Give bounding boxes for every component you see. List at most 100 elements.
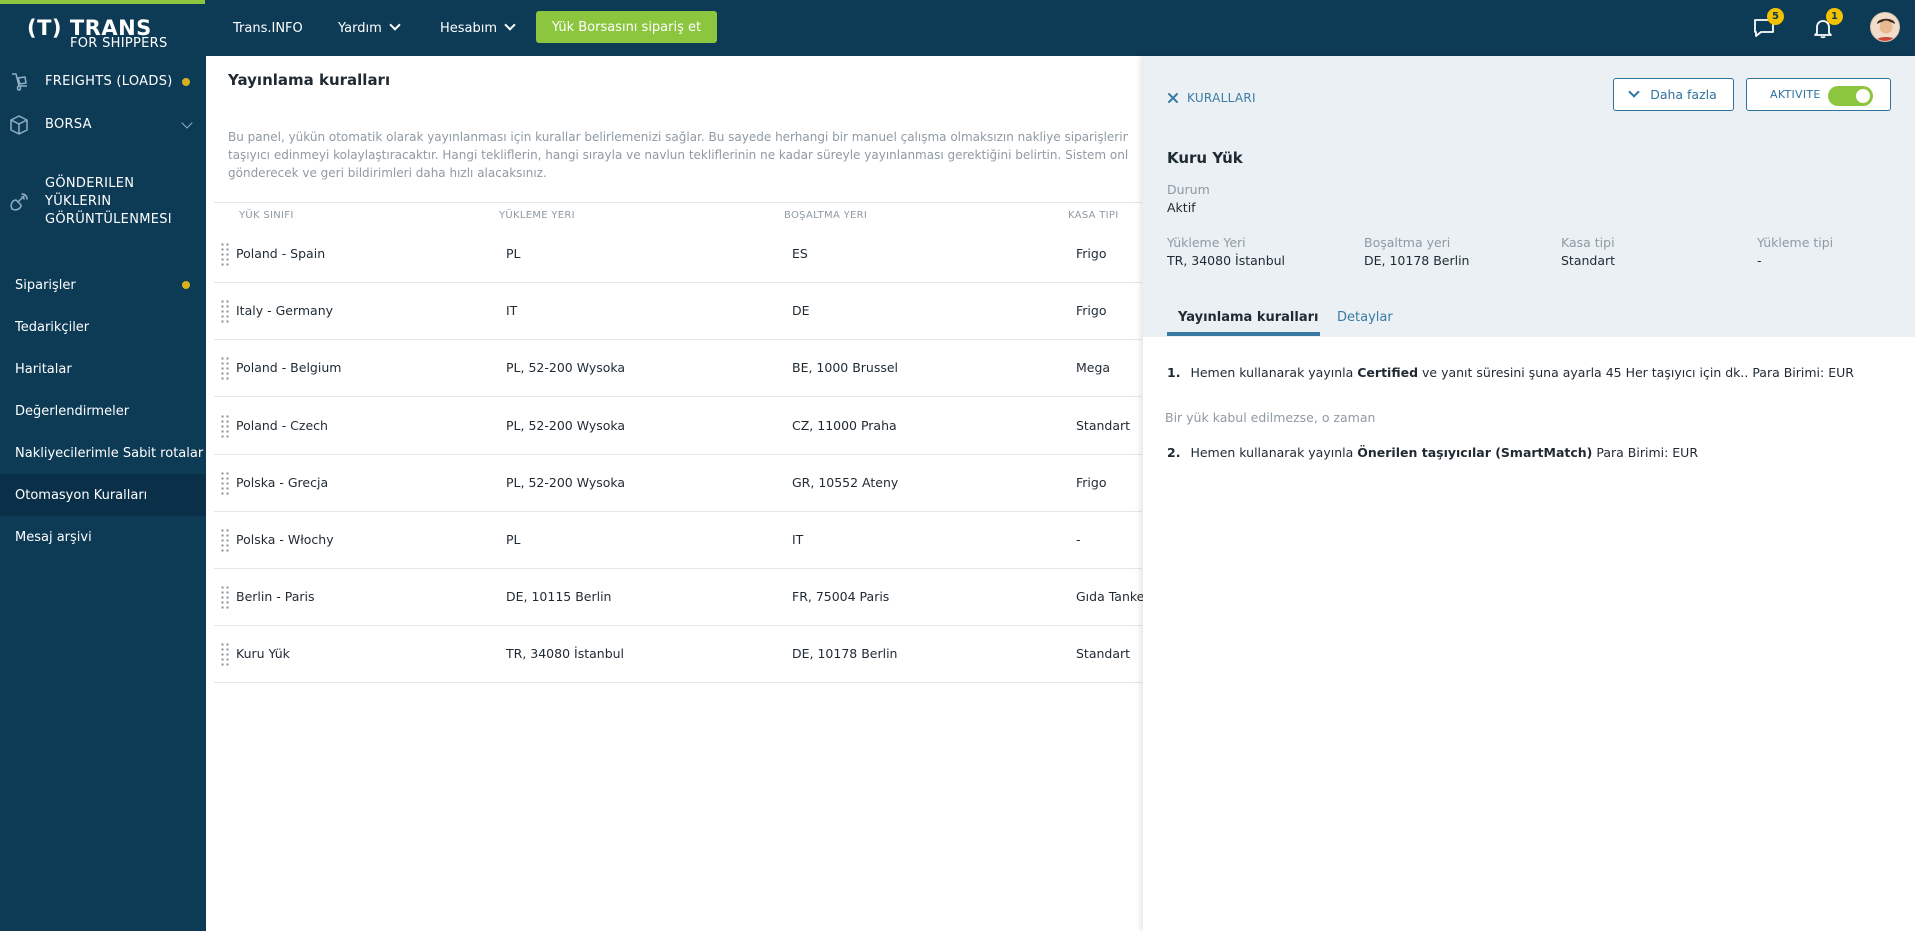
drag-handle-icon[interactable] <box>220 470 230 497</box>
close-icon[interactable] <box>1167 92 1179 104</box>
nav-help[interactable]: Yardım <box>338 0 401 56</box>
cell-cargo-class: Poland - Spain <box>236 246 326 261</box>
table-row[interactable]: Poland - Spain PL ES Frigo <box>214 226 1142 283</box>
loading-place-label: Yükleme Yeri <box>1167 235 1246 250</box>
table-header: YÜK SINIFI YÜKLEME YERI BOŞALTMA YERI KA… <box>214 202 1142 226</box>
main-content: Yayınlama kuralları Bu panel, yükün otom… <box>206 56 1153 931</box>
order-exchange-button[interactable]: Yük Borsasını sipariş et <box>536 11 717 43</box>
cell-loading-place: PL, 52-200 Wysoka <box>506 474 626 490</box>
sidebar-item-orders[interactable]: Siparişler <box>0 264 206 306</box>
sidebar-item-maps[interactable]: Haritalar <box>0 348 206 390</box>
rule-text-pre: Hemen kullanarak yayınla <box>1190 365 1358 380</box>
drag-handle-icon[interactable] <box>220 585 230 612</box>
more-button[interactable]: Daha fazla <box>1613 78 1734 111</box>
intro-line: gönderecek ve geri bildirimleri daha hız… <box>228 166 547 180</box>
sidebar-item-freights[interactable]: FREIGHTS (LOADS) <box>0 70 206 94</box>
table-row[interactable]: Poland - Czech PL, 52-200 Wysoka CZ, 11000… <box>214 398 1142 455</box>
cell-loading-place: PL <box>506 532 521 547</box>
column-header-body-type[interactable]: KASA TIPI <box>1068 210 1119 221</box>
rule-text-post: Para Birimi: EUR <box>1592 445 1699 460</box>
sidebar-item-label-line: YÜKLERIN <box>45 194 112 209</box>
cell-cargo-class: Poland - Belgium <box>236 360 342 376</box>
cell-unloading-place: GR, 10552 Ateny <box>792 474 899 490</box>
sidebar-item-borsa[interactable]: BORSA <box>0 113 206 137</box>
rule-number: 1. <box>1167 365 1181 380</box>
dolly-icon <box>12 73 27 91</box>
table-row[interactable]: Italy - Germany IT DE Frigo <box>214 283 1142 341</box>
cell-loading-place: PL, 52-200 Wysoka <box>506 360 626 376</box>
activate-toggle[interactable] <box>1828 86 1873 106</box>
notifications-button[interactable]: 1 <box>1811 8 1843 42</box>
loading-type-label: Yükleme tipi <box>1757 235 1834 250</box>
sidebar-item-tracking[interactable]: GÖNDERILEN YÜKLERIN GÖRÜNTÜLENMESI <box>0 175 206 231</box>
fallback-note: Bir yük kabul edilmezse, o zaman <box>1165 410 1376 425</box>
cell-loading-place: IT <box>506 303 518 319</box>
table-row[interactable]: Kuru Yük TR, 34080 İstanbul DE, 10178 Berl… <box>214 626 1142 684</box>
rule-carrier-group: Önerilen taşıyıcılar (SmartMatch) <box>1357 445 1593 460</box>
cell-body-type: Frigo <box>1076 303 1107 319</box>
avatar[interactable] <box>1870 12 1900 42</box>
cell-unloading-place: FR, 75004 Paris <box>792 589 890 605</box>
user-avatar-icon <box>1871 13 1899 41</box>
sidebar-item-label: Haritalar <box>15 361 72 377</box>
loading-place-value: TR, 34080 İstanbul <box>1167 253 1286 268</box>
cell-loading-place: TR, 34080 İstanbul <box>506 646 625 662</box>
cell-body-type: Standart <box>1076 646 1131 662</box>
sidebar-item-label: Tedarikçiler <box>15 319 90 335</box>
activate-label: AKTIVITE <box>1770 88 1821 101</box>
sidebar-item-fixed-routes[interactable]: Nakliyecilerimle Sabit rotalar <box>0 432 206 474</box>
drag-handle-icon[interactable] <box>220 356 230 383</box>
cell-loading-place: DE, 10115 Berlin <box>506 589 612 605</box>
sidebar-item-label: BORSA <box>45 117 92 132</box>
more-button-label: Daha fazla <box>1650 87 1717 102</box>
active-tab-indicator <box>1167 332 1320 336</box>
sidebar-item-label: Siparişler <box>15 277 76 293</box>
nav-account[interactable]: Hesabım <box>440 0 516 56</box>
messages-badge: 5 <box>1767 8 1784 25</box>
drag-handle-icon[interactable] <box>220 528 230 554</box>
chevron-down-icon <box>181 117 193 129</box>
page-title: Yayınlama kuralları <box>228 71 391 89</box>
cell-cargo-class: Kuru Yük <box>236 646 290 662</box>
cell-unloading-place: DE <box>792 303 810 319</box>
cell-body-type: - <box>1076 532 1081 547</box>
nav-account-label: Hesabım <box>440 20 498 36</box>
top-accent-bar <box>0 0 205 4</box>
sidebar-item-message-archive[interactable]: Mesaj arşivi <box>0 516 206 558</box>
cell-unloading-place: IT <box>792 532 804 547</box>
tab-details[interactable]: Detaylar <box>1337 310 1393 325</box>
close-rules-link[interactable]: KURALLARI <box>1187 91 1256 105</box>
unloading-place-value: DE, 10178 Berlin <box>1364 253 1470 268</box>
column-header-unloading-place[interactable]: BOŞALTMA YERI <box>784 210 867 221</box>
table-row[interactable]: Polska - Włochy PL IT - <box>214 512 1142 569</box>
drag-handle-icon[interactable] <box>220 299 230 326</box>
sidebar-item-ratings[interactable]: Değerlendirmeler <box>0 390 206 432</box>
table-row[interactable]: Berlin - Paris DE, 10115 Berlin FR, 75004 … <box>214 569 1153 627</box>
table-row[interactable]: Polska - Grecja PL, 52-200 Wysoka GR, 1055… <box>214 455 1142 512</box>
cell-unloading-place: CZ, 11000 Praha <box>792 417 897 433</box>
sidebar-item-automation-rules[interactable]: Otomasyon Kuralları <box>0 474 206 516</box>
nav-trans-info[interactable]: Trans.INFO <box>233 0 303 56</box>
satellite-icon <box>10 193 28 211</box>
chevron-down-icon <box>1628 85 1640 98</box>
table-row[interactable]: Poland - Belgium PL, 52-200 Wysoka BE, 100… <box>214 340 1142 398</box>
drag-handle-icon[interactable] <box>220 642 230 669</box>
column-header-cargo-class[interactable]: YÜK SINIFI <box>239 210 294 221</box>
sidebar-item-label: Nakliyecilerimle Sabit rotalar <box>15 445 204 461</box>
messages-button[interactable]: 5 <box>1752 8 1784 42</box>
column-header-loading-place[interactable]: YÜKLEME YERI <box>499 210 575 221</box>
cell-body-type: Frigo <box>1076 246 1107 261</box>
status-value: Aktif <box>1167 200 1196 215</box>
top-bar: (T) TRANS FOR SHIPPERS Trans.INFO Yardım… <box>0 0 1915 56</box>
drag-handle-icon[interactable] <box>220 413 230 440</box>
drag-handle-icon[interactable] <box>220 242 230 268</box>
rule-step-1: 1. Hemen kullanarak yayınla Certified ve … <box>1167 365 1854 380</box>
status-label: Durum <box>1167 182 1210 197</box>
tab-publishing-rules[interactable]: Yayınlama kuralları <box>1178 310 1319 325</box>
sidebar-item-suppliers[interactable]: Tedarikçiler <box>0 306 206 348</box>
activate-button[interactable]: AKTIVITE <box>1746 78 1891 111</box>
logo[interactable]: (T) TRANS FOR SHIPPERS <box>27 14 187 52</box>
nav-trans-info-label: Trans.INFO <box>233 20 303 36</box>
rule-text-post: ve yanıt süresini şuna ayarla 45 Her taş… <box>1418 365 1854 380</box>
rule-carrier-group: Certified <box>1357 365 1419 380</box>
